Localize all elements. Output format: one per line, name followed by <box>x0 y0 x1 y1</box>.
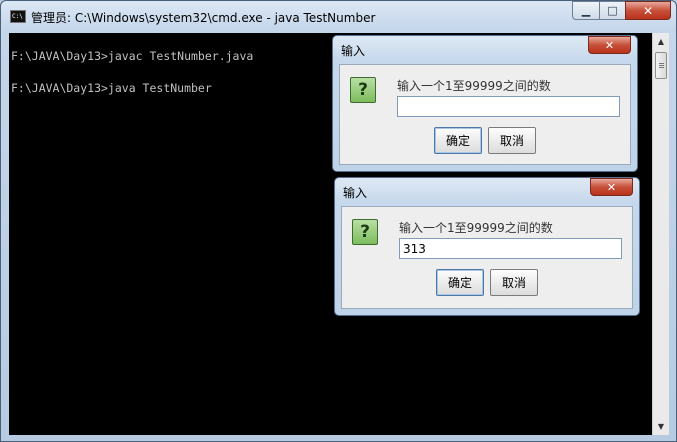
dialog-title: 输入 <box>343 186 368 200</box>
window-title: 管理员: C:\Windows\system32\cmd.exe - java … <box>31 11 376 25</box>
dialog-prompt: 输入一个1至99999之间的数 <box>399 221 553 235</box>
grip-line <box>659 63 664 64</box>
maximize-button[interactable]: □ <box>599 1 625 20</box>
minimize-button[interactable]: ▁ <box>572 1 599 20</box>
number-input[interactable] <box>399 238 622 259</box>
scroll-down-arrow-icon[interactable]: ▼ <box>653 418 669 435</box>
dialog-title: 输入 <box>341 44 366 58</box>
dialog-close-button[interactable]: ✕ <box>588 36 631 54</box>
scroll-thumb[interactable] <box>655 52 667 79</box>
title-bar[interactable]: C:\ 管理员: C:\Windows\system32\cmd.exe - j… <box>1 1 676 33</box>
console-line: F:\JAVA\Day13>javac TestNumber.java <box>11 49 254 63</box>
ok-button[interactable]: 确定 <box>436 269 484 296</box>
input-dialog-1: 输入 ✕ ? 输入一个1至99999之间的数 确定 取消 <box>332 35 638 172</box>
ok-button[interactable]: 确定 <box>434 127 482 154</box>
question-icon: ? <box>352 219 378 245</box>
input-dialog-2: 输入 ✕ ? 输入一个1至99999之间的数 确定 取消 <box>334 177 640 316</box>
close-button[interactable]: ✕ <box>625 1 671 20</box>
grip-line <box>659 67 664 68</box>
dialog-body: ? 输入一个1至99999之间的数 确定 取消 <box>341 206 633 309</box>
dialog-body: ? 输入一个1至99999之间的数 确定 取消 <box>339 64 631 165</box>
cmd-app-icon: C:\ <box>10 10 26 23</box>
question-icon: ? <box>350 77 376 103</box>
vertical-scrollbar[interactable]: ▲ ▼ <box>652 33 669 435</box>
grip-line <box>659 65 664 66</box>
cancel-button[interactable]: 取消 <box>490 269 538 296</box>
dialog-close-button[interactable]: ✕ <box>590 178 633 196</box>
caption-buttons: ▁ □ ✕ <box>572 1 671 20</box>
console-line: F:\JAVA\Day13>java TestNumber <box>11 81 212 95</box>
cancel-button[interactable]: 取消 <box>488 127 536 154</box>
dialog-prompt: 输入一个1至99999之间的数 <box>397 79 551 93</box>
scroll-up-arrow-icon[interactable]: ▲ <box>653 33 669 50</box>
number-input[interactable] <box>397 96 620 117</box>
